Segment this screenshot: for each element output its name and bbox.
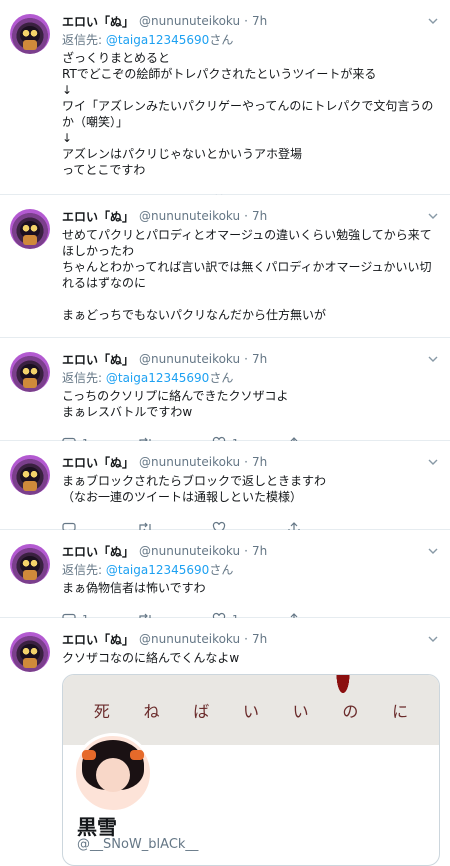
chevron-down-icon[interactable]: [428, 546, 438, 556]
tweet-header: エロい「ぬ」 @nununuteikoku · 7h: [62, 207, 436, 225]
display-name[interactable]: エロい「ぬ」: [62, 208, 134, 225]
tweet[interactable]: エロい「ぬ」 @nununuteikoku · 7h 返信先: @taiga12…: [0, 530, 450, 626]
avatar[interactable]: [10, 544, 50, 584]
tweet-text: クソザコなのに絡んでくんなよw: [62, 651, 240, 665]
chevron-down-icon[interactable]: [428, 634, 438, 644]
tweet-header: エロい「ぬ」 @nununuteikoku · 7h: [62, 453, 436, 471]
card-display-name[interactable]: 黒雪: [77, 811, 117, 840]
avatar[interactable]: [10, 455, 50, 495]
reply-context: 返信先: @taiga12345690さん: [62, 369, 436, 386]
separator-dot: ·: [244, 352, 248, 366]
user-handle[interactable]: @nununuteikoku: [139, 632, 240, 646]
separator-dot: ·: [244, 14, 248, 28]
tweet-header: エロい「ぬ」 @nununuteikoku · 7h: [62, 12, 436, 30]
display-name[interactable]: エロい「ぬ」: [62, 631, 134, 648]
timestamp[interactable]: 7h: [252, 352, 267, 366]
banner-char: 死: [93, 702, 110, 721]
chevron-down-icon[interactable]: [428, 211, 438, 221]
tweet-text: こっちのクソリプに絡んできたクソザコよ まぁレスバトルですわw: [62, 389, 289, 419]
hair-bow-decoration: [130, 750, 144, 760]
chevron-down-icon[interactable]: [428, 16, 438, 26]
tweet-text: まぁ偽物信者は怖いですわ: [62, 581, 206, 595]
banner-char: い: [292, 702, 309, 721]
reply-prefix: 返信先:: [62, 563, 106, 577]
timestamp[interactable]: 7h: [252, 632, 267, 646]
reply-mention-link[interactable]: @taiga12345690: [106, 33, 209, 47]
reply-mention-link[interactable]: @taiga12345690: [106, 371, 209, 385]
display-name[interactable]: エロい「ぬ」: [62, 13, 134, 30]
reply-prefix: 返信先:: [62, 371, 106, 385]
display-name[interactable]: エロい「ぬ」: [62, 543, 134, 560]
timestamp[interactable]: 7h: [252, 455, 267, 469]
tweet[interactable]: エロい「ぬ」 @nununuteikoku · 7h 返信先: @taiga12…: [0, 0, 450, 208]
separator-dot: ·: [244, 544, 248, 558]
display-name[interactable]: エロい「ぬ」: [62, 351, 134, 368]
timestamp[interactable]: 7h: [252, 209, 267, 223]
user-handle[interactable]: @nununuteikoku: [139, 14, 240, 28]
tweet[interactable]: エロい「ぬ」 @nununuteikoku · 7h せめてパクリとパロディとオ…: [0, 195, 450, 353]
user-handle[interactable]: @nununuteikoku: [139, 544, 240, 558]
reply-suffix: さん: [209, 33, 234, 47]
tweet-text: ざっくりまとめると RTでどこぞの絵師がトレパクされたというツイートが来る ↓ …: [62, 51, 434, 177]
reply-suffix: さん: [209, 371, 234, 385]
avatar[interactable]: [10, 209, 50, 249]
separator-dot: ·: [244, 209, 248, 223]
user-handle[interactable]: @nununuteikoku: [139, 455, 240, 469]
avatar[interactable]: [10, 632, 50, 672]
tweet-feed: エロい「ぬ」 @nununuteikoku · 7h 返信先: @taiga12…: [0, 0, 450, 866]
banner-char: い: [242, 702, 259, 721]
blood-drip-decoration: [333, 675, 353, 703]
reply-context: 返信先: @taiga12345690さん: [62, 561, 436, 578]
display-name[interactable]: エロい「ぬ」: [62, 454, 134, 471]
tweet-header: エロい「ぬ」 @nununuteikoku · 7h: [62, 542, 436, 560]
user-handle[interactable]: @nununuteikoku: [139, 209, 240, 223]
tweet-header: エロい「ぬ」 @nununuteikoku · 7h: [62, 630, 436, 648]
tweet[interactable]: エロい「ぬ」 @nununuteikoku · 7h まぁブロックされたらブロッ…: [0, 441, 450, 535]
profile-card[interactable]: 死 ね ば い い の に 黒雪 @__SNoW_blACk__: [62, 674, 440, 866]
separator-dot: ·: [244, 455, 248, 469]
banner-char: ね: [143, 702, 160, 721]
chevron-down-icon[interactable]: [428, 457, 438, 467]
reply-prefix: 返信先:: [62, 33, 106, 47]
reply-suffix: さん: [209, 563, 234, 577]
card-handle[interactable]: @__SNoW_blACk__: [77, 837, 198, 852]
hair-bow-decoration: [82, 750, 96, 760]
tweet[interactable]: エロい「ぬ」 @nununuteikoku · 7h 返信先: @taiga12…: [0, 338, 450, 450]
reply-mention-link[interactable]: @taiga12345690: [106, 563, 209, 577]
banner-char: ば: [193, 702, 210, 721]
timestamp[interactable]: 7h: [252, 14, 267, 28]
tweet-text: まぁブロックされたらブロックで返しときますわ （なお一連のツイートは通報しといた…: [62, 474, 327, 504]
chevron-down-icon[interactable]: [428, 354, 438, 364]
tweet-header: エロい「ぬ」 @nununuteikoku · 7h: [62, 350, 436, 368]
banner-char: に: [392, 702, 409, 721]
avatar[interactable]: [10, 14, 50, 54]
user-handle[interactable]: @nununuteikoku: [139, 352, 240, 366]
tweet[interactable]: エロい「ぬ」 @nununuteikoku · 7h クソザコなのに絡んでくんな…: [0, 618, 450, 866]
tweet-text: せめてパクリとパロディとオマージュの違いくらい勉強してから来てほしかったわ ちゃ…: [62, 228, 432, 322]
timestamp[interactable]: 7h: [252, 544, 267, 558]
avatar[interactable]: [10, 352, 50, 392]
profile-avatar[interactable]: [73, 733, 153, 813]
reply-context: 返信先: @taiga12345690さん: [62, 31, 436, 48]
separator-dot: ·: [244, 632, 248, 646]
